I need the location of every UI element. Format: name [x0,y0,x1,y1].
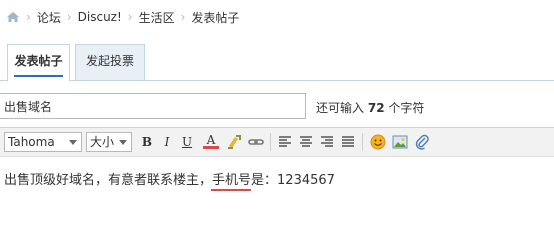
align-right-icon[interactable] [319,134,335,150]
breadcrumb-separator: › [26,10,31,24]
toolbar-divider [270,133,271,151]
breadcrumb-separator: › [127,10,133,24]
font-color-icon[interactable]: A [203,134,219,149]
tab-start-poll[interactable]: 发起投票 [75,44,145,81]
breadcrumb-separator: › [180,10,186,24]
align-justify-icon[interactable] [340,134,356,150]
breadcrumb-life-area[interactable]: 生活区 [139,9,175,26]
breadcrumb-current: 发表帖子 [191,10,240,25]
align-center-icon[interactable] [298,134,314,150]
link-icon[interactable] [248,134,264,150]
char-counter: 还可输入 72 个字符 [316,99,424,116]
font-family-value: Tahoma [8,135,55,149]
char-counter-suffix: 个字符 [388,101,425,115]
post-type-tabs: 发起投票 发表帖子 [0,44,554,82]
char-counter-count: 72 [367,101,385,115]
home-icon[interactable] [6,11,20,23]
font-size-select[interactable]: 大小 [86,132,132,152]
toolbar-divider [362,133,363,151]
post-editor: Tahoma 大小 B I U A 出售顶级好域名，有意者联系楼主，手机号是：1… [0,127,554,216]
background-color-icon[interactable] [226,134,242,150]
align-left-icon[interactable] [277,134,293,150]
tab-new-post[interactable]: 发表帖子 [7,44,70,82]
subject-input[interactable] [0,93,306,119]
underline-icon[interactable]: U [179,134,195,150]
chevron-down-icon [69,140,77,145]
spellcheck-highlight: 手机号 [211,169,252,191]
bold-icon[interactable]: B [139,134,155,150]
breadcrumb-discuz[interactable]: Discuz! [78,10,122,24]
content-text: 是：1234567 [251,173,335,188]
italic-icon[interactable]: I [159,134,175,150]
editor-content[interactable]: 出售顶级好域名，有意者联系楼主，手机号是：1234567 [4,169,335,191]
image-icon[interactable] [392,134,408,150]
attachment-icon[interactable] [414,134,430,150]
chevron-down-icon [119,140,127,145]
emoticon-icon[interactable] [370,134,386,150]
char-counter-prefix: 还可输入 [316,101,365,115]
breadcrumb-separator: › [66,10,72,24]
font-family-select[interactable]: Tahoma [4,132,82,152]
editor-toolbar: Tahoma 大小 B I U A [0,128,554,157]
breadcrumb-forum[interactable]: 论坛 [37,9,61,26]
font-size-value: 大小 [90,135,115,149]
breadcrumb: › 论坛 › Discuz! › 生活区 › 发表帖子 [0,0,554,34]
content-text: 出售顶级好域名，有意者联系楼主， [4,173,213,188]
